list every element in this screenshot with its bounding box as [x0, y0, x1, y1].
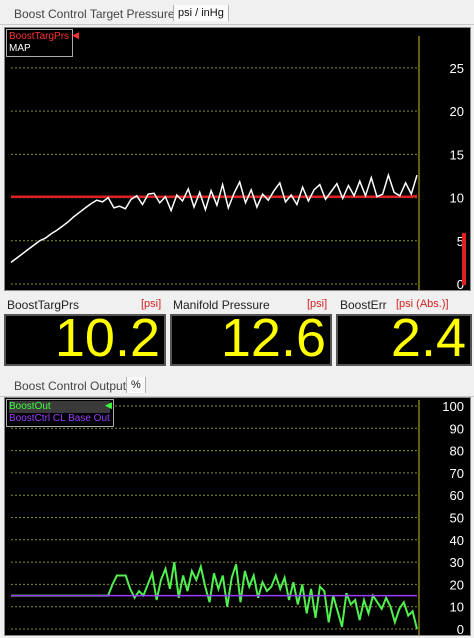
- gauge-boosterr[interactable]: 2.4: [336, 308, 472, 368]
- y-tick-label: 20: [450, 577, 464, 592]
- bottom-panel-title: Boost Control Output: [14, 379, 127, 393]
- legend-selected-arrow-icon: ◀: [105, 400, 112, 410]
- gauge-value-manifold-pressure: 12.6: [220, 308, 326, 368]
- y-tick-label: 10: [450, 191, 464, 206]
- y-tick-label: 40: [450, 533, 464, 548]
- boost-output-chart-svg: 0 10 20 30 40 50 60 70 80 90 100: [11, 399, 464, 635]
- top-panel-header: Boost Control Target Pressure psi / inHg: [0, 2, 474, 25]
- legend-item-boostout[interactable]: BoostOut: [9, 401, 110, 413]
- legend-selected-arrow-icon: ◀: [72, 30, 79, 40]
- boost-target-chart[interactable]: 0 5 10 15 20 25 BoostTargPrs MAP ◀: [4, 27, 471, 291]
- y-tick-label: 10: [450, 600, 464, 615]
- top-unit-tab[interactable]: psi / inHg: [173, 5, 229, 21]
- gauge-boosttargprs[interactable]: 10.2: [4, 308, 166, 368]
- y-tick-label: 100: [442, 399, 464, 414]
- bottom-panel-header: Boost Control Output %: [0, 374, 474, 397]
- gauge-value-boosttargprs: 10.2: [54, 308, 160, 368]
- bottom-unit-tab[interactable]: %: [126, 377, 146, 393]
- y-tick-label: 70: [450, 466, 464, 481]
- y-tick-label: 15: [450, 147, 464, 162]
- bottom-chart-legend: BoostOut BoostCtrl CL Base Out: [6, 399, 114, 427]
- gauge-label-boosterr: BoostErr: [340, 298, 387, 312]
- gauge-value-boosterr: 2.4: [390, 308, 466, 368]
- boost-output-chart[interactable]: 0 10 20 30 40 50 60 70 80 90 100 BoostOut BoostCtr…: [4, 397, 471, 636]
- legend-item-boosttargprs[interactable]: BoostTargPrs: [9, 31, 69, 43]
- legend-item-map[interactable]: MAP: [9, 43, 69, 55]
- legend-item-boostctrl-cl-base-out[interactable]: BoostCtrl CL Base Out: [9, 413, 110, 425]
- y-tick-label: 60: [450, 488, 464, 503]
- top-chart-legend: BoostTargPrs MAP: [6, 29, 74, 57]
- y-tick-label: 50: [450, 511, 464, 526]
- y-tick-label: 20: [450, 104, 464, 119]
- y-tick-label: 90: [450, 421, 464, 436]
- boost-target-chart-svg: 0510152025: [10, 36, 466, 290]
- top-panel-title: Boost Control Target Pressure: [14, 7, 175, 21]
- y-tick-label: 30: [450, 555, 464, 570]
- y-tick-label: 25: [450, 61, 464, 76]
- y-tick-label: 80: [450, 444, 464, 459]
- series-line-map: [10, 172, 418, 263]
- gauge-manifold-pressure[interactable]: 12.6: [170, 308, 332, 368]
- scroll-indicator[interactable]: [462, 233, 466, 285]
- y-tick-label: 0: [457, 622, 464, 635]
